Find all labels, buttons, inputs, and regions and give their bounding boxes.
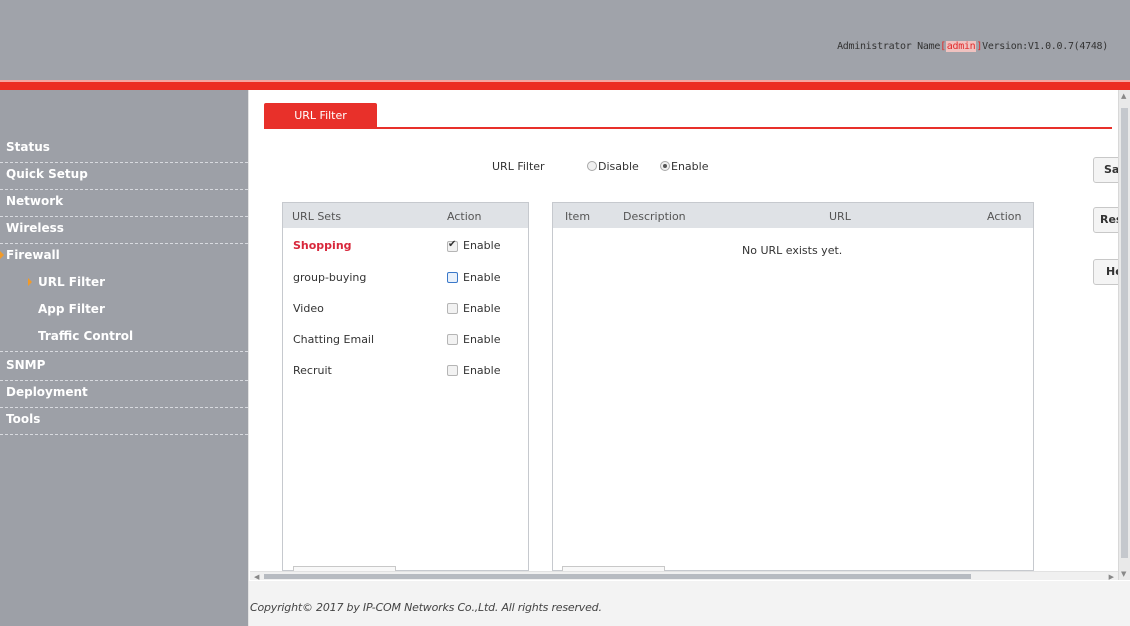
url-set-name-recruit[interactable]: Recruit	[293, 364, 332, 377]
sidebar-item-label: Traffic Control	[38, 329, 134, 343]
chatting-email-enable-checkbox[interactable]	[447, 334, 458, 345]
enable-label: Enable	[463, 239, 501, 252]
header-accent-bar	[0, 80, 1130, 90]
version-text: Version:V1.0.0.7(4748)	[982, 41, 1108, 52]
recruit-enable-checkbox[interactable]	[447, 365, 458, 376]
action-column-header: Action	[447, 210, 482, 223]
url-set-name-shopping[interactable]: Shopping	[293, 239, 352, 252]
url-list-header: Item Description URL Action	[553, 203, 1033, 228]
sidebar-item-network[interactable]: Network	[0, 192, 248, 217]
enable-label: Enable	[463, 302, 501, 315]
item-column-header: Item	[565, 210, 591, 223]
horizontal-scroll-thumb[interactable]	[264, 574, 971, 579]
sidebar-item-label: App Filter	[38, 302, 105, 316]
sidebar-item-label: Status	[6, 140, 50, 154]
url-set-name-chatting-email[interactable]: Chatting Email	[293, 333, 374, 346]
sidebar-item-label: Firewall	[6, 248, 60, 262]
sidebar-item-url-filter[interactable]: URL Filter	[0, 273, 248, 298]
vertical-scroll-thumb[interactable]	[1121, 108, 1128, 558]
sidebar-item-firewall[interactable]: Firewall	[0, 246, 248, 271]
enable-label: Enable	[463, 364, 501, 377]
scroll-down-icon[interactable]: ▼	[1121, 570, 1126, 578]
sidebar-item-tools[interactable]: Tools	[0, 410, 248, 435]
shopping-enable-checkbox[interactable]	[447, 239, 458, 252]
url-sets-panel: URL Sets Action Shopping Enable group-bu…	[282, 202, 529, 572]
sidebar-item-status[interactable]: Status	[0, 138, 248, 163]
sidebar-item-quick-setup[interactable]: Quick Setup	[0, 165, 248, 190]
enable-radio[interactable]	[660, 161, 670, 171]
disable-radio-label[interactable]: Disable	[598, 160, 639, 173]
admin-name: admin	[945, 41, 977, 52]
sidebar-item-label: Quick Setup	[6, 167, 88, 181]
top-header: Administrator Name[admin]Version:V1.0.0.…	[0, 0, 1130, 80]
url-set-name-video[interactable]: Video	[293, 302, 324, 315]
scroll-left-icon[interactable]: ◀	[254, 573, 259, 581]
header-info: Administrator Name[admin]Version:V1.0.0.…	[837, 41, 1108, 52]
disable-radio[interactable]	[587, 161, 597, 171]
action-column-header: Action	[987, 210, 1022, 223]
admin-open-bracket: [	[940, 41, 946, 52]
sidebar-item-label: Wireless	[6, 221, 64, 235]
selected-arrow-icon	[28, 278, 32, 286]
horizontal-scrollbar[interactable]: ◀ ▶	[250, 571, 1118, 581]
sidebar-item-label: Network	[6, 194, 64, 208]
sidebar-item-label: Deployment	[6, 385, 88, 399]
sidebar-item-wireless[interactable]: Wireless	[0, 219, 248, 244]
url-list-panel: Item Description URL Action No URL exist…	[552, 202, 1034, 572]
sidebar-item-deployment[interactable]: Deployment	[0, 383, 248, 408]
scroll-up-icon[interactable]: ▲	[1121, 92, 1126, 100]
group-buying-enable-checkbox[interactable]	[447, 272, 458, 283]
copyright-text: Copyright© 2017 by IP-COM Networks Co.,L…	[250, 601, 602, 614]
scroll-right-icon[interactable]: ▶	[1109, 573, 1114, 581]
empty-url-message: No URL exists yet.	[742, 244, 843, 257]
tab-underline	[264, 127, 1112, 129]
sidebar-item-label: Tools	[6, 412, 41, 426]
enable-radio-label[interactable]: Enable	[671, 160, 708, 173]
admin-prefix: Administrator Name	[837, 41, 941, 52]
description-column-header: Description	[623, 210, 686, 223]
url-filter-label: URL Filter	[492, 160, 545, 173]
url-set-name-group-buying[interactable]: group-buying	[293, 271, 366, 284]
tab-url-filter[interactable]: URL Filter	[264, 103, 377, 129]
expanded-arrow-icon	[0, 251, 4, 259]
sidebar-item-app-filter[interactable]: App Filter	[0, 300, 248, 325]
url-sets-column-header: URL Sets	[292, 210, 342, 223]
enable-label: Enable	[463, 271, 501, 284]
video-enable-checkbox[interactable]	[447, 303, 458, 314]
url-column-header: URL	[829, 210, 851, 223]
sidebar-item-label: SNMP	[6, 358, 46, 372]
sidebar-item-traffic-control[interactable]: Traffic Control	[0, 327, 248, 352]
sidebar-item-snmp[interactable]: SNMP	[0, 356, 248, 381]
sidebar-item-label: URL Filter	[38, 275, 106, 289]
url-sets-header: URL Sets Action	[283, 203, 528, 228]
enable-label: Enable	[463, 333, 501, 346]
vertical-scrollbar[interactable]: ▲ ▼	[1118, 90, 1130, 580]
